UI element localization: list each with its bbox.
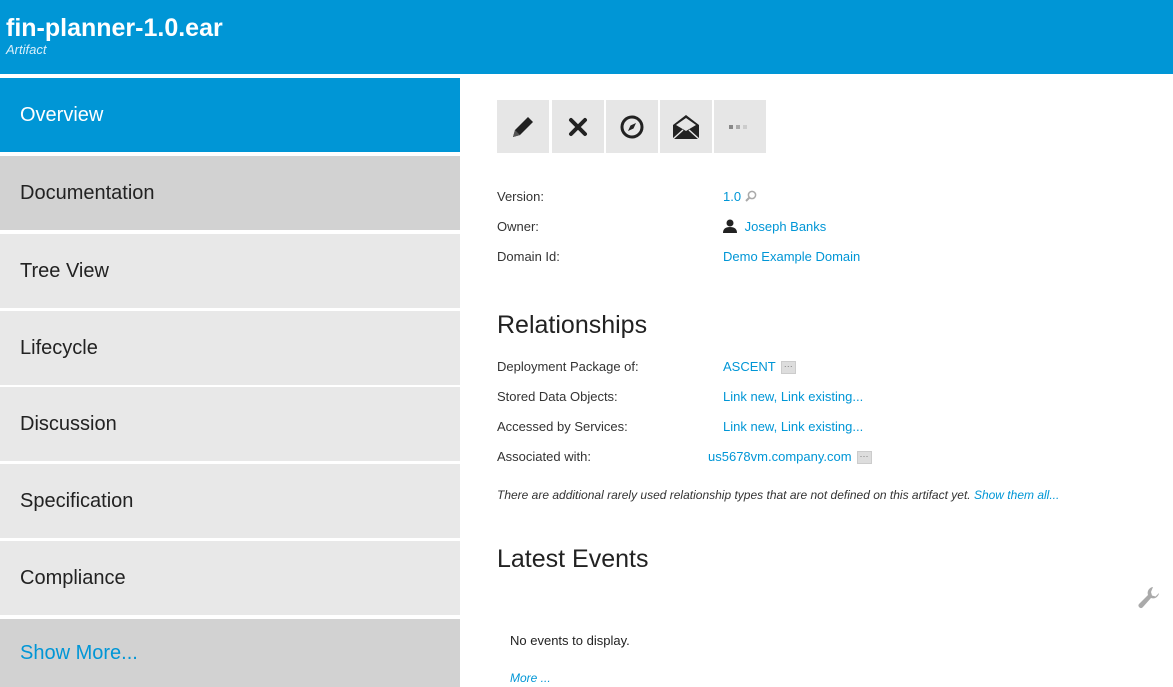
- page-title: fin-planner-1.0.ear: [6, 14, 223, 42]
- more-actions-button[interactable]: [714, 100, 766, 153]
- more-icon[interactable]: ···: [856, 451, 872, 465]
- domain-label: Domain Id:: [497, 249, 560, 264]
- version-link[interactable]: 1.0: [723, 189, 757, 204]
- accessed-services-links[interactable]: Link new, Link existing...: [723, 419, 863, 434]
- owner-value: Joseph Banks: [744, 219, 827, 234]
- relationship-label: Associated with:: [497, 449, 591, 464]
- browse-button[interactable]: [606, 100, 658, 153]
- wrench-icon[interactable]: [1137, 585, 1161, 609]
- relationships-note-text: There are additional rarely used relatio…: [497, 488, 971, 502]
- page-header: fin-planner-1.0.ear Artifact: [0, 0, 1173, 74]
- deployment-package-link[interactable]: ASCENT: [723, 359, 776, 374]
- sidebar-item-documentation[interactable]: Documentation: [0, 156, 460, 230]
- no-events-text: No events to display.: [510, 633, 630, 648]
- relationship-label: Deployment Package of:: [497, 359, 639, 374]
- domain-link[interactable]: Demo Example Domain: [723, 249, 860, 264]
- sidebar-item-lifecycle[interactable]: Lifecycle: [0, 311, 460, 385]
- relationships-heading: Relationships: [497, 311, 648, 339]
- more-icon[interactable]: ···: [780, 361, 796, 375]
- sidebar-item-show-more[interactable]: Show More...: [0, 619, 460, 687]
- delete-button[interactable]: [552, 100, 604, 153]
- owner-link[interactable]: Joseph Banks: [723, 219, 826, 234]
- version-label: Version:: [497, 189, 544, 204]
- show-all-relationships-link[interactable]: Show them all...: [974, 488, 1059, 502]
- relationships-note: There are additional rarely used relatio…: [497, 488, 1167, 502]
- sidebar-item-overview[interactable]: Overview: [0, 78, 460, 152]
- envelope-icon: [672, 114, 700, 140]
- owner-label: Owner:: [497, 219, 539, 234]
- relationship-label: Stored Data Objects:: [497, 389, 618, 404]
- stored-data-links[interactable]: Link new, Link existing...: [723, 389, 863, 404]
- sidebar-item-specification[interactable]: Specification: [0, 464, 460, 538]
- close-icon: [569, 117, 587, 136]
- edit-button[interactable]: [497, 100, 549, 153]
- page-subtitle: Artifact: [6, 42, 47, 57]
- more-icon: [729, 124, 747, 129]
- pencil-icon: [513, 116, 533, 137]
- relationship-value[interactable]: ASCENT ···: [723, 359, 796, 375]
- associated-host-link[interactable]: us5678vm.company.com: [708, 449, 852, 464]
- subscribe-button[interactable]: [660, 100, 712, 153]
- relationship-value[interactable]: us5678vm.company.com ···: [708, 449, 872, 465]
- sidebar-item-tree-view[interactable]: Tree View: [0, 234, 460, 308]
- events-heading: Latest Events: [497, 545, 649, 573]
- sidebar-item-compliance[interactable]: Compliance: [0, 541, 460, 615]
- user-icon: [723, 219, 737, 233]
- relationship-label: Accessed by Services:: [497, 419, 628, 434]
- sidebar-item-discussion[interactable]: Discussion: [0, 387, 460, 461]
- compass-icon: [620, 115, 644, 138]
- version-value: 1.0: [723, 189, 742, 204]
- search-icon[interactable]: [744, 190, 757, 202]
- more-events-link[interactable]: More ...: [510, 671, 551, 685]
